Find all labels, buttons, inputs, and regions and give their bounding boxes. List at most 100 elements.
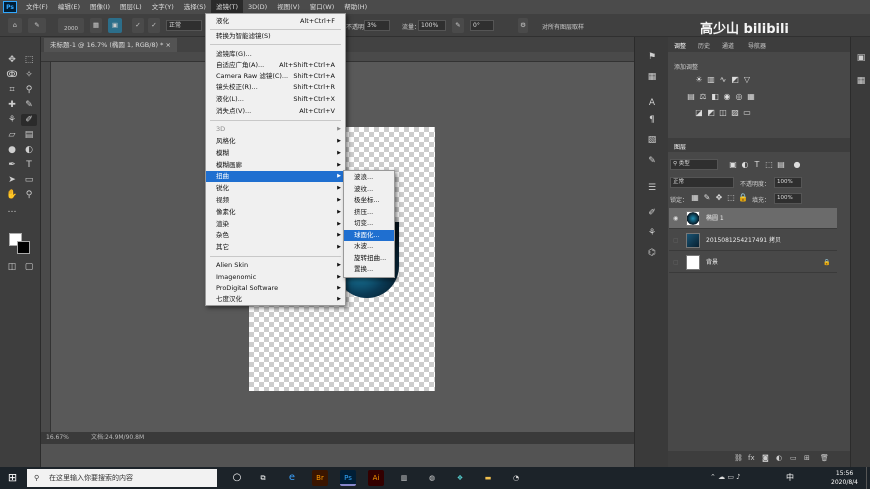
brush-size-picker[interactable]: 2000 [58,18,84,33]
brush-tool-preset-icon[interactable]: ✎ [28,18,46,33]
app-icon-3[interactable]: ◔ [508,470,524,486]
lock-position-icon[interactable]: ✥ [714,194,724,202]
posterize-icon[interactable]: ◩ [706,109,716,117]
paths-panel-icon[interactable]: ⌬ [644,247,660,259]
filter-render[interactable]: 渲染 ▶ [206,219,345,230]
menu-type[interactable]: 文字(Y) [147,0,179,14]
character-panel-icon[interactable]: A [644,97,660,109]
windows-start-icon[interactable]: ⊞ [0,467,25,489]
lock-pixels-icon[interactable]: ✎ [702,194,712,202]
swatches-panel-icon[interactable]: ▧ [644,134,660,146]
path-select-icon[interactable]: ➤ [4,174,20,186]
filter-liquify[interactable]: 液化(L)... Shift+Ctrl+X [206,94,345,105]
layer-opacity-input[interactable]: 100% [774,177,802,188]
opacity-input[interactable]: 3% [364,20,390,31]
libraries-panel-icon[interactable]: ▦ [644,71,660,83]
filter-camera-raw[interactable]: Camera Raw 滤镜(C)... Shift+Ctrl+A [206,71,345,82]
menu-help[interactable]: 帮助(H) [339,0,372,14]
flow-input[interactable]: 100% [418,20,446,31]
background-color-swatch[interactable] [17,241,30,254]
filter-qidu[interactable]: 七度汉化 ▶ [206,294,345,305]
hand-tool-icon[interactable]: ✋ [4,189,20,201]
lock-all-icon[interactable]: 🔒 [738,194,748,202]
brush-panel-icon[interactable]: ▦ [90,18,102,33]
menu-edit[interactable]: 编辑(E) [53,0,85,14]
document-info[interactable]: 文档:24.9M/90.8M [91,432,144,444]
curves-icon[interactable]: ∿ [718,76,728,84]
healing-brush-icon[interactable]: ✚ [4,99,20,111]
visibility-toggle[interactable]: ▢ [673,230,679,251]
brush-tool-icon[interactable]: ✎ [21,99,37,111]
menu-file[interactable]: 文件(F) [21,0,53,14]
aligned-icon[interactable]: ✓ [132,18,144,33]
tab-layers[interactable]: 图层 [674,142,686,151]
threshold-icon[interactable]: ◫ [718,109,728,117]
visibility-toggle[interactable]: ▢ [673,252,679,273]
filter-video[interactable]: 视频 ▶ [206,195,345,206]
filter-blur-gallery[interactable]: 模糊画廊 ▶ [206,160,345,171]
cortana-icon[interactable]: ○ [229,470,245,486]
menu-view[interactable]: 视图(V) [272,0,305,14]
eraser-icon[interactable]: ▱ [4,129,20,141]
marquee-tool-icon[interactable]: ⬚ [21,54,37,66]
zoom-level[interactable]: 16.67% [46,432,69,444]
color-lookup-icon[interactable]: ▦ [746,93,756,101]
filter-toggle-icon[interactable]: ● [792,161,802,169]
distort-twirl[interactable]: 旋转扭曲... [344,253,394,265]
layer-row[interactable]: ▢ 背景 🔒 [669,252,837,273]
blend-mode-select[interactable]: 正常 [670,177,734,188]
history-brush-icon[interactable]: ✐ [21,114,37,126]
menu-select[interactable]: 选择(S) [179,0,211,14]
adjustment-layer-icon[interactable]: ◐ [776,454,782,462]
filter-blur[interactable]: 模糊 ▶ [206,148,345,159]
menu-layer[interactable]: 图层(L) [115,0,147,14]
distort-displace[interactable]: 置换... [344,264,394,276]
new-layer-icon[interactable]: ⊞ [804,454,810,462]
delete-layer-icon[interactable]: 🗑 [820,454,829,462]
distort-zigzag[interactable]: 水波... [344,241,394,253]
menu-filter[interactable]: 滤镜(T) [210,0,243,14]
sample-all-layers-checkbox[interactable]: 对所有图层取样 [542,22,584,31]
rectangle-tool-icon[interactable]: ▭ [21,174,37,186]
document-tab[interactable]: 未标题-1 @ 16.7% (椭圆 1, RGB/8) * × [44,38,177,52]
bridge-icon[interactable]: Br [312,470,328,486]
zoom-tool-icon[interactable]: ⚲ [21,189,37,201]
fill-input[interactable]: 100% [774,193,802,204]
gradient-icon[interactable]: ▤ [21,129,37,141]
brushes-panel-icon[interactable]: ✎ [644,155,660,167]
show-desktop-button[interactable] [866,467,870,489]
lock-transparent-icon[interactable]: ▦ [690,194,700,202]
brush-settings-icon[interactable]: ✐ [644,207,660,219]
filter-gallery[interactable]: 滤镜库(G)... [206,49,345,60]
pen-pressure-icon[interactable]: ✎ [452,18,464,33]
layer-kind-filter[interactable]: ⚲ 类型 [670,159,718,170]
grid-panel-icon[interactable]: ▦ [853,75,869,87]
home-icon[interactable]: ⌂ [8,18,22,33]
clone-source-panel-icon[interactable]: ⚘ [644,227,660,239]
paragraph-panel-icon[interactable]: ¶ [644,114,660,126]
tab-navigator[interactable]: 导航器 [748,41,766,50]
filter-pixel-icon[interactable]: ▣ [728,161,738,169]
lock-artboard-icon[interactable]: ⬚ [726,194,736,202]
angle-input[interactable]: 0° [470,20,494,31]
vibrance-icon[interactable]: ▽ [742,76,752,84]
ime-indicator[interactable]: 中 [786,472,794,483]
properties-panel-icon[interactable]: ☰ [644,182,660,194]
visibility-eye-icon[interactable]: ◉ [673,208,678,229]
filter-last-liquify[interactable]: 液化 Alt+Ctrl+F [206,16,345,27]
chrome-icon[interactable]: ◍ [424,470,440,486]
filter-alien-skin[interactable]: Alien Skin ▶ [206,260,345,271]
file-explorer-icon[interactable]: ▬ [480,470,496,486]
close-tab-icon[interactable]: × [165,41,170,49]
hue-saturation-icon[interactable]: ▤ [686,93,696,101]
sample-settings-icon[interactable]: ⚙ [518,18,528,33]
screen-mode-icon[interactable]: ▢ [21,261,37,273]
distort-shear[interactable]: 切变... [344,218,394,230]
photoshop-taskbar-icon[interactable]: Ps [340,470,356,486]
filter-adaptive-wide-angle[interactable]: 自适应广角(A)... Alt+Shift+Ctrl+A [206,60,345,71]
distort-wave[interactable]: 波浪... [344,172,394,184]
photo-filter-icon[interactable]: ◉ [722,93,732,101]
filter-stylize[interactable]: 风格化 ▶ [206,136,345,147]
illustrator-icon[interactable]: Ai [368,470,384,486]
group-icon[interactable]: ▭ [790,454,797,462]
